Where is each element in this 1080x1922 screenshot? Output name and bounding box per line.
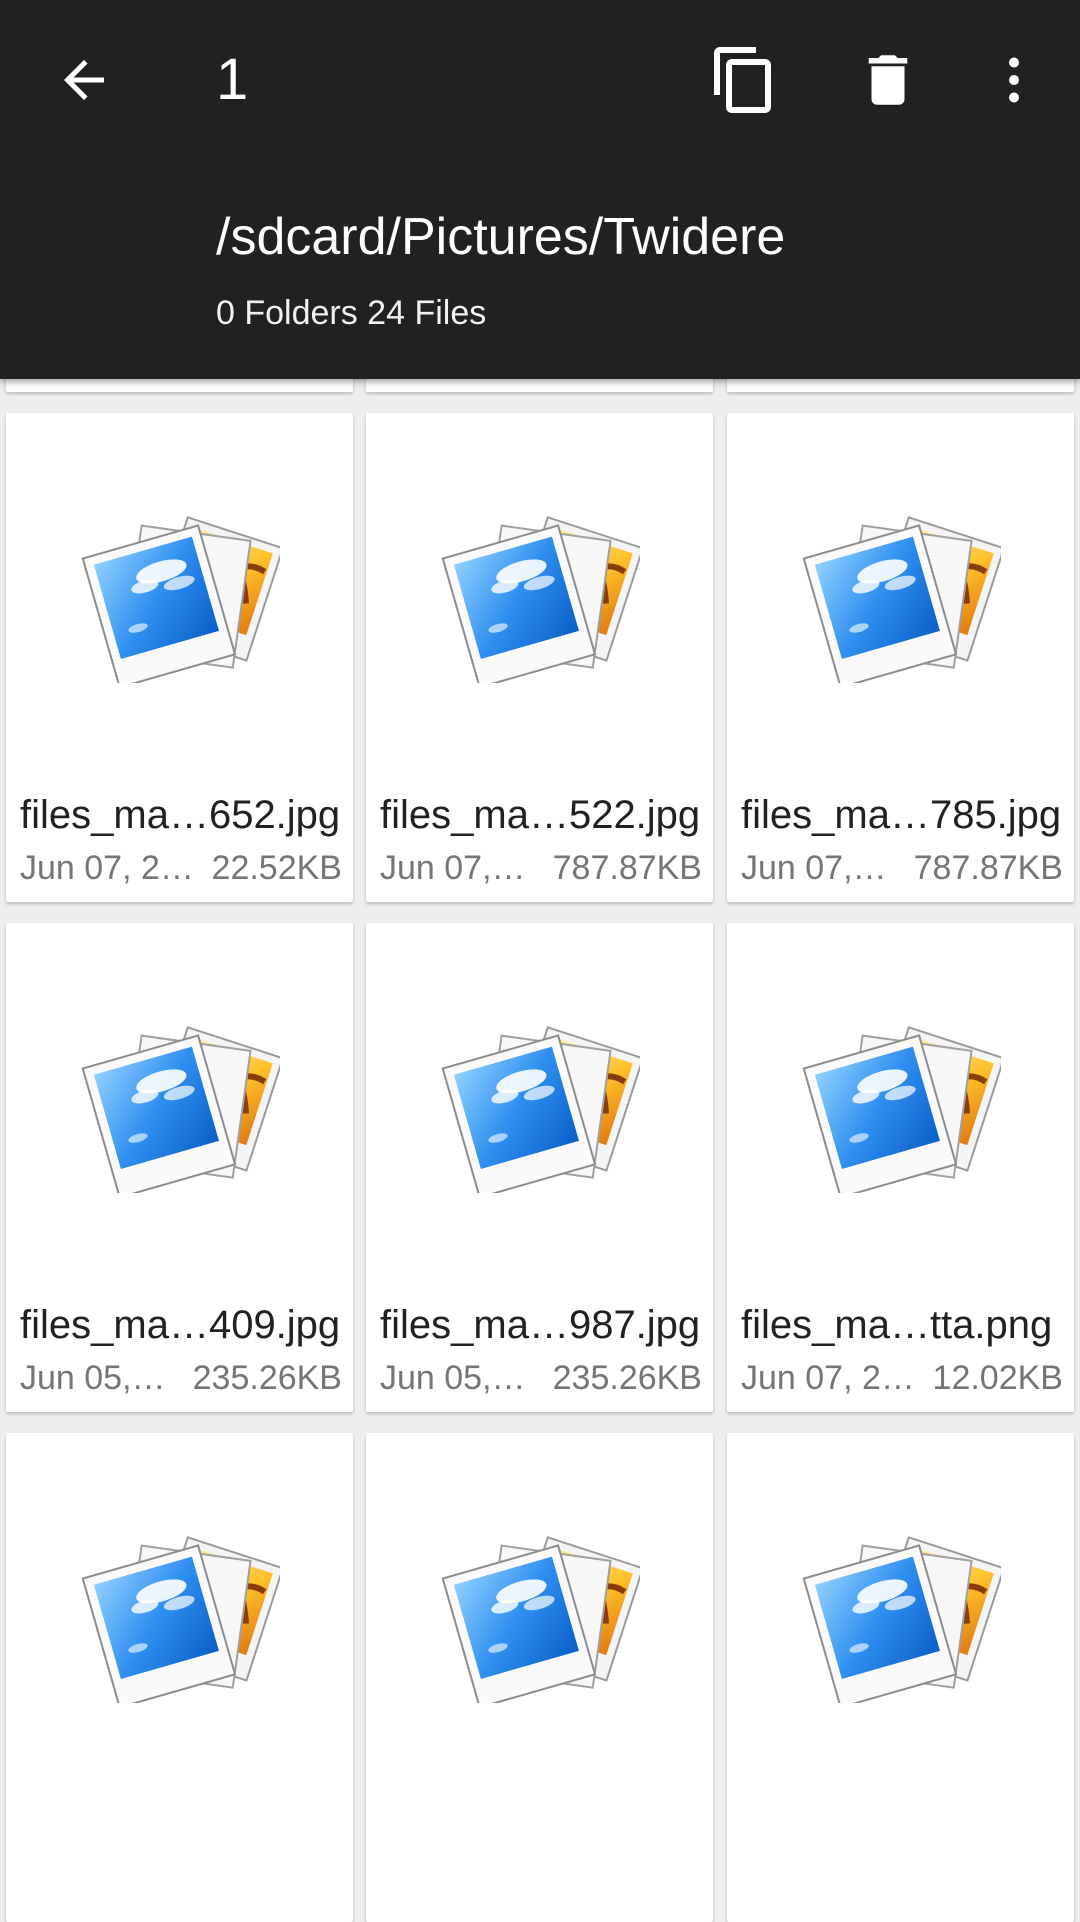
file-thumbnail bbox=[366, 1433, 713, 1813]
photo-stack-icon bbox=[441, 1536, 640, 1703]
file-name: files_ma…409.jpg bbox=[20, 1303, 341, 1347]
more-vert-icon bbox=[1009, 57, 1019, 103]
file-card[interactable]: files_ma…785.jpg Jun 07,… 787.87KB bbox=[727, 413, 1074, 902]
photo-stack-icon bbox=[81, 1026, 280, 1193]
file-meta: Jun 07, 2… 12.02KB bbox=[741, 1357, 1063, 1399]
current-path: /sdcard/Pictures/Twidere bbox=[216, 208, 786, 266]
file-meta: Jun 07,… 787.87KB bbox=[741, 847, 1063, 889]
file-thumbnail bbox=[727, 1433, 1074, 1813]
file-size: 235.26KB bbox=[192, 1359, 342, 1397]
photo-stack-icon bbox=[441, 1026, 640, 1193]
file-date: Jun 07, 2… bbox=[20, 849, 194, 887]
file-card[interactable]: files_ma…409.jpg Jun 05,… 235.26KB bbox=[6, 923, 353, 1412]
photo-stack-icon bbox=[441, 516, 640, 683]
file-thumbnail bbox=[6, 1433, 353, 1813]
copy-icon bbox=[714, 47, 771, 113]
file-name: files_ma…652.jpg bbox=[20, 793, 341, 837]
file-card[interactable] bbox=[6, 1433, 353, 1922]
file-name: files_ma…785.jpg bbox=[741, 793, 1062, 837]
file-thumbnail bbox=[727, 923, 1074, 1303]
photo-stack-icon bbox=[802, 1026, 1001, 1193]
photo-stack-icon bbox=[802, 516, 1001, 683]
file-size: 787.87KB bbox=[552, 849, 702, 887]
file-thumbnail bbox=[6, 413, 353, 793]
arrow-back-icon bbox=[64, 60, 104, 100]
file-size: 787.87KB bbox=[913, 849, 1063, 887]
file-size: 12.02KB bbox=[932, 1359, 1063, 1397]
file-date: Jun 05,… bbox=[20, 1359, 166, 1397]
file-card[interactable]: files_ma…tta.png Jun 07, 2… 12.02KB bbox=[727, 923, 1074, 1412]
copy-button[interactable] bbox=[700, 36, 788, 124]
file-thumbnail bbox=[6, 923, 353, 1303]
file-name: files_ma…987.jpg bbox=[380, 1303, 701, 1347]
file-card[interactable]: files_ma…652.jpg Jun 07, 2… 22.52KB bbox=[6, 413, 353, 902]
file-name: files_ma…522.jpg bbox=[380, 793, 701, 837]
file-meta: Jun 07,… 787.87KB bbox=[380, 847, 702, 889]
file-thumbnail bbox=[366, 923, 713, 1303]
file-date: Jun 07,… bbox=[741, 849, 887, 887]
file-name: files_ma…tta.png bbox=[741, 1303, 1053, 1347]
file-card[interactable]: files_ma…987.jpg Jun 05,… 235.26KB bbox=[366, 923, 713, 1412]
file-meta: Jun 05,… 235.26KB bbox=[380, 1357, 702, 1399]
file-thumbnail bbox=[366, 413, 713, 793]
more-options-button[interactable] bbox=[970, 36, 1058, 124]
file-date: Jun 07,… bbox=[380, 849, 526, 887]
selection-count: 1 bbox=[216, 47, 249, 112]
file-size: 22.52KB bbox=[211, 849, 342, 887]
file-card[interactable] bbox=[366, 1433, 713, 1922]
file-thumbnail bbox=[727, 413, 1074, 793]
file-card[interactable]: files_ma…522.jpg Jun 07,… 787.87KB bbox=[366, 413, 713, 902]
file-date: Jun 05,… bbox=[380, 1359, 526, 1397]
photo-stack-icon bbox=[802, 1536, 1001, 1703]
trash-icon bbox=[868, 55, 908, 105]
file-meta: Jun 07, 2… 22.52KB bbox=[20, 847, 342, 889]
back-button[interactable] bbox=[40, 36, 128, 124]
photo-stack-icon bbox=[81, 516, 280, 683]
delete-button[interactable] bbox=[844, 36, 932, 124]
file-card[interactable] bbox=[727, 1433, 1074, 1922]
file-meta: Jun 05,… 235.26KB bbox=[20, 1357, 342, 1399]
file-size: 235.26KB bbox=[552, 1359, 702, 1397]
photo-stack-icon bbox=[81, 1536, 280, 1703]
top-action-bar: 1 /sdcard/Pictures/Twidere 0 Folders 24 … bbox=[0, 0, 1080, 379]
folder-file-count: 0 Folders 24 Files bbox=[216, 294, 487, 332]
file-date: Jun 07, 2… bbox=[741, 1359, 915, 1397]
